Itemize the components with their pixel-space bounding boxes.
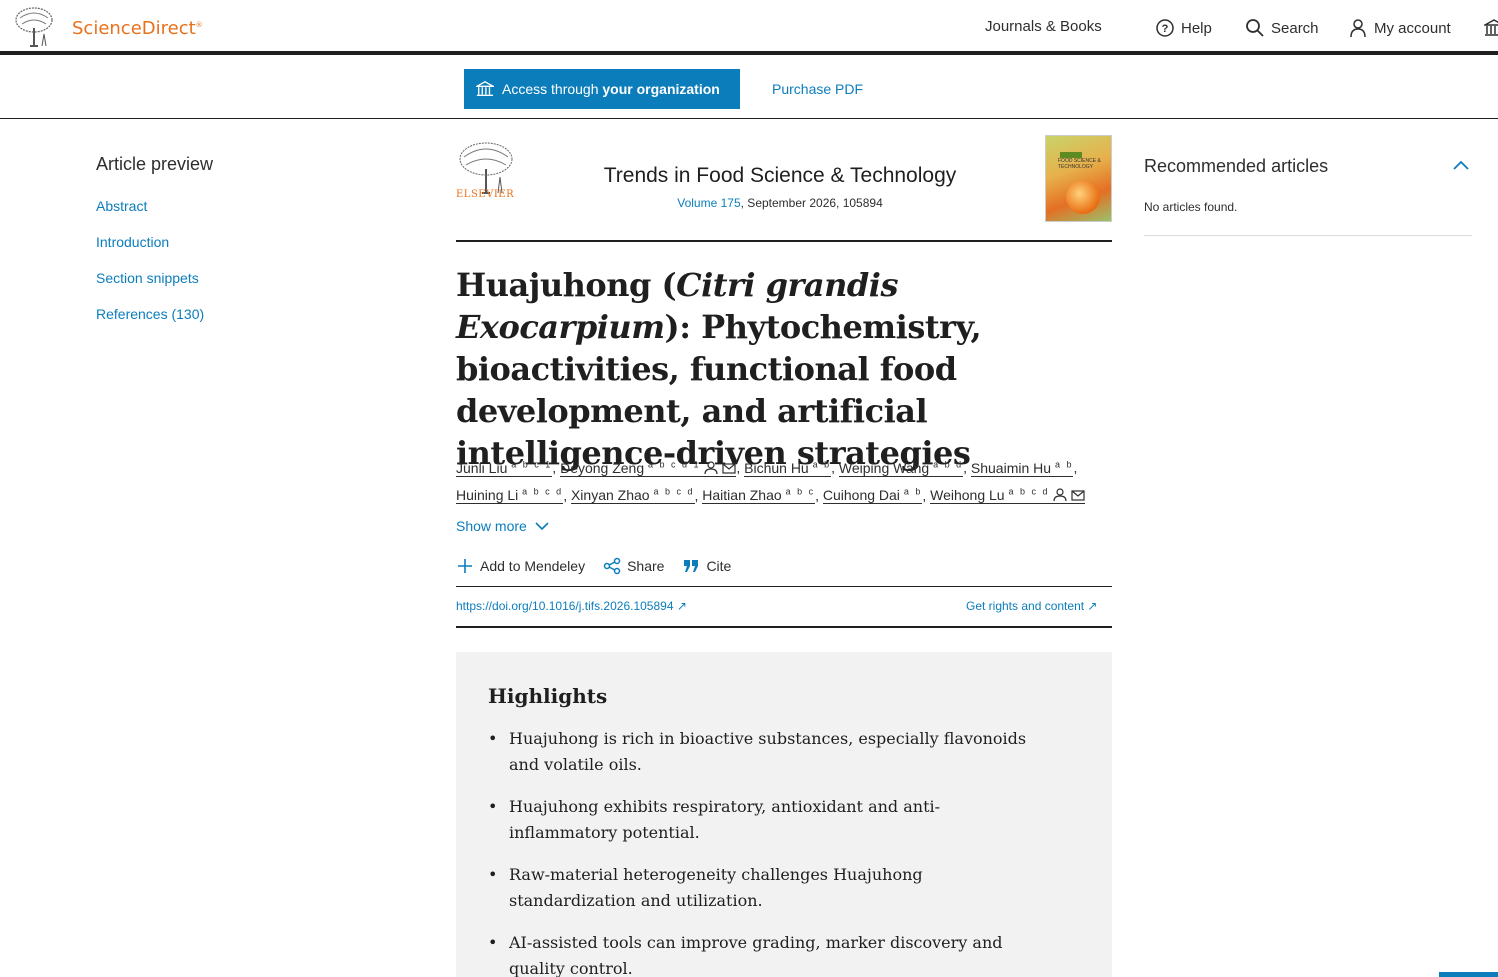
- search-icon: [1246, 19, 1264, 37]
- highlights-list: Huajuhong is rich in bioactive substance…: [488, 726, 1080, 977]
- author-link[interactable]: Cuihong Dai a b: [822, 487, 923, 505]
- email-icon: [1071, 490, 1085, 501]
- institution-icon: [1484, 19, 1498, 36]
- cover-fruit: [1066, 180, 1100, 214]
- chevron-down-icon: [535, 522, 549, 531]
- mendeley-label: Add to Mendeley: [480, 558, 586, 574]
- cite-button[interactable]: Cite: [682, 557, 731, 575]
- author-link[interactable]: Huining Li a b c d: [456, 487, 564, 505]
- search-link[interactable]: Search: [1245, 18, 1319, 38]
- no-articles-message: No articles found.: [1144, 200, 1238, 214]
- cite-label: Cite: [706, 558, 732, 574]
- top-navigation-bar: ScienceDirect® Journals & Books ? Help S…: [0, 0, 1498, 55]
- show-more-button[interactable]: Show more: [456, 518, 549, 534]
- article-actions: Add to Mendeley Share Cite: [456, 557, 731, 575]
- access-through-organization-button[interactable]: Access through your organization: [464, 69, 740, 109]
- show-more-label: Show more: [456, 518, 527, 534]
- my-account-link[interactable]: My account: [1348, 18, 1451, 38]
- elsevier-tree-logo-icon[interactable]: [12, 6, 58, 48]
- highlight-item: Raw-material heterogeneity challenges Hu…: [488, 862, 1028, 914]
- sidebar-link-section-snippets[interactable]: Section snippets: [96, 270, 199, 286]
- author-link[interactable]: Junli Liu a b c 1: [456, 459, 553, 477]
- issue-date: , September 2026, 105894: [740, 196, 883, 210]
- help-link[interactable]: ? Help: [1155, 18, 1212, 38]
- highlights-heading: Highlights: [488, 684, 608, 708]
- add-to-mendeley-button[interactable]: Add to Mendeley: [456, 557, 585, 575]
- access-label-bold: your organization: [602, 81, 720, 97]
- divider: [456, 586, 1112, 587]
- divider: [456, 240, 1112, 242]
- help-label: Help: [1181, 19, 1212, 37]
- my-account-label: My account: [1374, 19, 1451, 37]
- access-bar: Access through your organization Purchas…: [0, 59, 1498, 119]
- article-preview-heading: Article preview: [96, 154, 214, 174]
- journals-books-link[interactable]: Journals & Books: [985, 18, 1102, 35]
- journal-title-link[interactable]: Trends in Food Science & Technology: [560, 164, 1000, 188]
- email-icon: [722, 463, 736, 474]
- journal-volume-info: Volume 175, September 2026, 105894: [560, 196, 1000, 210]
- author-link[interactable]: Weiping Wang a b d: [838, 459, 964, 477]
- sidebar-link-references[interactable]: References (130): [96, 306, 204, 322]
- elsevier-wordmark: ELSEVIER: [456, 189, 515, 200]
- user-icon: [1350, 19, 1366, 38]
- sciencedirect-brand[interactable]: ScienceDirect®: [72, 18, 203, 39]
- quote-icon: [684, 560, 699, 572]
- plus-icon: [458, 559, 472, 573]
- get-rights-link[interactable]: Get rights and content ↗: [966, 599, 1097, 613]
- person-icon: [704, 461, 719, 474]
- help-icon: ?: [1156, 19, 1174, 37]
- chevron-up-icon[interactable]: [1452, 158, 1470, 172]
- highlight-item: AI-assisted tools can improve grading, m…: [488, 930, 1028, 977]
- article-title: Huajuhong (Citri grandis Exocarpium): Ph…: [456, 266, 982, 472]
- author-link[interactable]: Bichun Hu a b: [744, 459, 832, 477]
- author-list: Junli Liu a b c 1, Deyong Zeng a b c d 1…: [456, 452, 1116, 507]
- recommended-articles-heading[interactable]: Recommended articles: [1144, 156, 1328, 177]
- search-label: Search: [1271, 19, 1319, 37]
- sidebar-link-introduction[interactable]: Introduction: [96, 234, 169, 250]
- svg-text:?: ?: [1162, 23, 1169, 35]
- sidebar-link-abstract[interactable]: Abstract: [96, 198, 147, 214]
- purchase-pdf-link[interactable]: Purchase PDF: [772, 81, 863, 97]
- author-link[interactable]: Shuaimin Hu a b: [970, 459, 1074, 477]
- highlights-section: Highlights Huajuhong is rich in bioactiv…: [456, 652, 1112, 977]
- volume-link[interactable]: Volume 175: [677, 196, 740, 210]
- doi-link[interactable]: https://doi.org/10.1016/j.tifs.2026.1058…: [456, 599, 687, 613]
- divider: [456, 626, 1112, 628]
- author-link[interactable]: Deyong Zeng a b c d 1: [560, 459, 737, 477]
- cover-text: FOOD SCIENCE & TECHNOLOGY: [1058, 158, 1101, 170]
- share-button[interactable]: Share: [603, 557, 664, 575]
- highlight-item: Huajuhong is rich in bioactive substance…: [488, 726, 1028, 778]
- share-icon: [603, 557, 621, 575]
- share-label: Share: [627, 558, 665, 574]
- divider: [1144, 235, 1472, 236]
- journals-books-label: Journals & Books: [985, 18, 1102, 35]
- author-link[interactable]: Weihong Lu a b c d: [930, 487, 1086, 505]
- journal-cover-image[interactable]: FOOD SCIENCE & TECHNOLOGY: [1045, 135, 1112, 222]
- author-link[interactable]: Haitian Zhao a b c: [702, 487, 816, 505]
- person-icon: [1053, 488, 1067, 502]
- feedback-tab[interactable]: [1439, 972, 1498, 977]
- institution-link[interactable]: [1484, 18, 1498, 38]
- access-label: Access through: [502, 81, 603, 97]
- highlight-item: Huajuhong exhibits respiratory, antioxid…: [488, 794, 1028, 846]
- institution-icon: [476, 81, 494, 96]
- author-link[interactable]: Xinyan Zhao a b c d: [570, 487, 695, 505]
